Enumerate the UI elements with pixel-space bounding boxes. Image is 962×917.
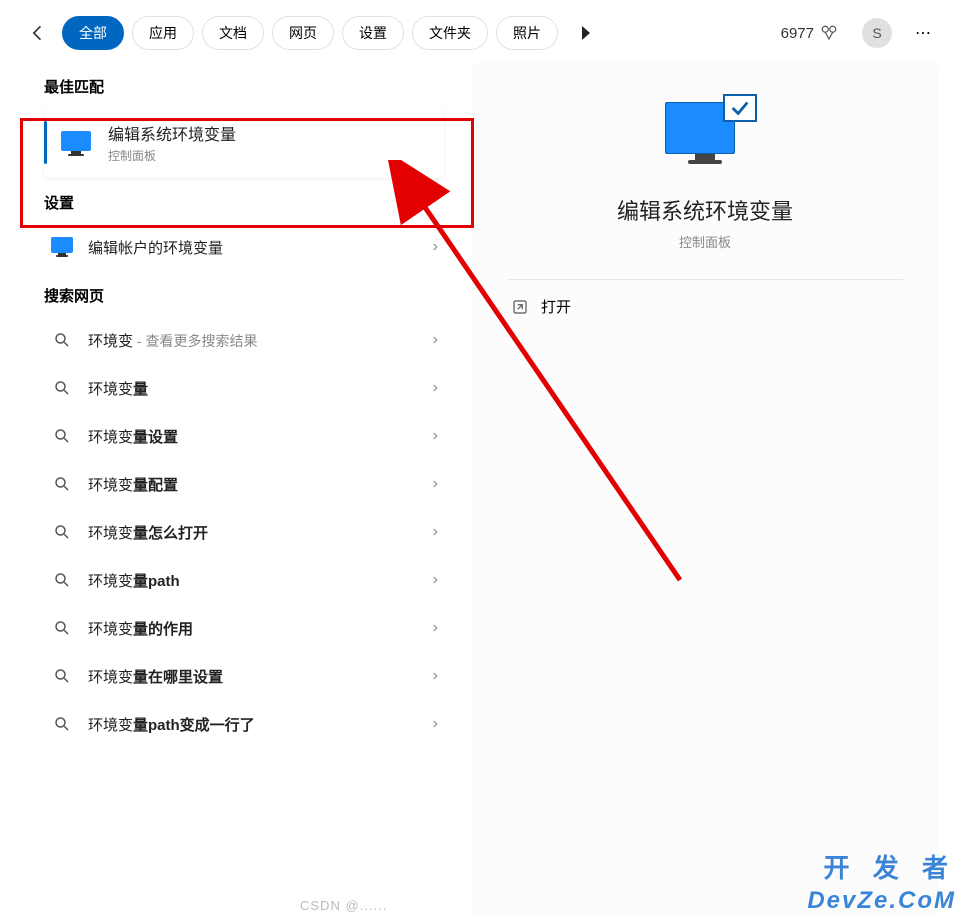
search-icon bbox=[50, 664, 74, 688]
web-result-label: 环境变量在哪里设置 bbox=[88, 666, 419, 687]
chevron-right-icon: › bbox=[433, 427, 438, 445]
chevron-right-icon: › bbox=[433, 667, 438, 685]
web-result-label: 环境变量设置 bbox=[88, 426, 419, 447]
filter-tab-0[interactable]: 全部 bbox=[62, 16, 124, 50]
web-result-label: 环境变量 bbox=[88, 378, 419, 399]
chevron-right-icon: › bbox=[433, 238, 438, 256]
rewards-points[interactable]: 6977 bbox=[781, 24, 838, 42]
chevron-right-icon: › bbox=[433, 523, 438, 541]
search-icon bbox=[50, 328, 74, 352]
monitor-icon bbox=[50, 235, 74, 259]
search-icon bbox=[50, 616, 74, 640]
section-settings: 设置 bbox=[44, 192, 444, 213]
user-avatar[interactable]: S bbox=[862, 18, 892, 48]
web-result-label: 环境变量path变成一行了 bbox=[88, 714, 419, 735]
header-bar: 全部应用文档网页设置文件夹照片 6977 S ⋯ bbox=[0, 0, 962, 62]
back-button[interactable] bbox=[24, 19, 52, 47]
chevron-right-icon: › bbox=[433, 475, 438, 493]
watermark-text-2: DevZe.CoM bbox=[807, 887, 956, 915]
web-result[interactable]: 环境变量 › bbox=[44, 364, 444, 412]
open-label: 打开 bbox=[541, 296, 571, 317]
more-button[interactable]: ⋯ bbox=[910, 19, 938, 47]
section-best-match: 最佳匹配 bbox=[44, 76, 444, 97]
best-match-subtitle: 控制面板 bbox=[108, 147, 236, 164]
web-result[interactable]: 环境变量在哪里设置 › bbox=[44, 652, 444, 700]
preview-subtitle: 控制面板 bbox=[679, 232, 731, 251]
results-column: 最佳匹配 编辑系统环境变量 控制面板 设置 编辑帐户的环境变量 › 搜索网页 环… bbox=[44, 62, 444, 917]
web-result[interactable]: 环境变量设置 › bbox=[44, 412, 444, 460]
search-icon bbox=[50, 424, 74, 448]
settings-result[interactable]: 编辑帐户的环境变量 › bbox=[44, 223, 444, 271]
web-result[interactable]: 环境变量怎么打开 › bbox=[44, 508, 444, 556]
search-icon bbox=[50, 568, 74, 592]
open-action[interactable]: 打开 bbox=[507, 280, 903, 333]
web-result-label: 环境变量的作用 bbox=[88, 618, 419, 639]
search-icon bbox=[50, 472, 74, 496]
filter-tab-6[interactable]: 照片 bbox=[496, 16, 558, 50]
best-match-result[interactable]: 编辑系统环境变量 控制面板 bbox=[44, 107, 444, 178]
web-result[interactable]: 环境变量配置 › bbox=[44, 460, 444, 508]
filter-tab-4[interactable]: 设置 bbox=[342, 16, 404, 50]
chevron-right-icon: › bbox=[433, 331, 438, 349]
open-icon bbox=[511, 298, 529, 316]
watermark-text-1: 开 发 者 bbox=[824, 848, 956, 885]
section-web: 搜索网页 bbox=[44, 285, 444, 306]
tabs-overflow-button[interactable] bbox=[574, 21, 598, 45]
preview-pane: 编辑系统环境变量 控制面板 打开 bbox=[472, 62, 938, 917]
filter-tab-5[interactable]: 文件夹 bbox=[412, 16, 488, 50]
web-result[interactable]: 环境变量的作用 › bbox=[44, 604, 444, 652]
web-result-label: 环境变量path bbox=[88, 570, 419, 591]
web-result[interactable]: 环境变量path变成一行了 › bbox=[44, 700, 444, 748]
best-match-title: 编辑系统环境变量 bbox=[108, 121, 236, 145]
web-result-label: 环境变 - 查看更多搜索结果 bbox=[88, 330, 419, 351]
watermark-csdn: CSDN @...... bbox=[300, 898, 387, 913]
filter-tabs: 全部应用文档网页设置文件夹照片 bbox=[62, 16, 558, 50]
settings-result-label: 编辑帐户的环境变量 bbox=[88, 237, 419, 258]
filter-tab-2[interactable]: 文档 bbox=[202, 16, 264, 50]
web-result[interactable]: 环境变量path › bbox=[44, 556, 444, 604]
web-result-label: 环境变量怎么打开 bbox=[88, 522, 419, 543]
search-icon bbox=[50, 712, 74, 736]
filter-tab-3[interactable]: 网页 bbox=[272, 16, 334, 50]
monitor-check-icon bbox=[58, 125, 94, 161]
chevron-right-icon: › bbox=[433, 571, 438, 589]
search-icon bbox=[50, 520, 74, 544]
points-value: 6977 bbox=[781, 25, 814, 42]
chevron-right-icon: › bbox=[433, 379, 438, 397]
preview-app-icon bbox=[665, 102, 745, 172]
search-icon bbox=[50, 376, 74, 400]
web-result[interactable]: 环境变 - 查看更多搜索结果 › bbox=[44, 316, 444, 364]
chevron-right-icon: › bbox=[433, 619, 438, 637]
web-result-label: 环境变量配置 bbox=[88, 474, 419, 495]
chevron-right-icon: › bbox=[433, 715, 438, 733]
preview-title: 编辑系统环境变量 bbox=[617, 194, 793, 226]
filter-tab-1[interactable]: 应用 bbox=[132, 16, 194, 50]
